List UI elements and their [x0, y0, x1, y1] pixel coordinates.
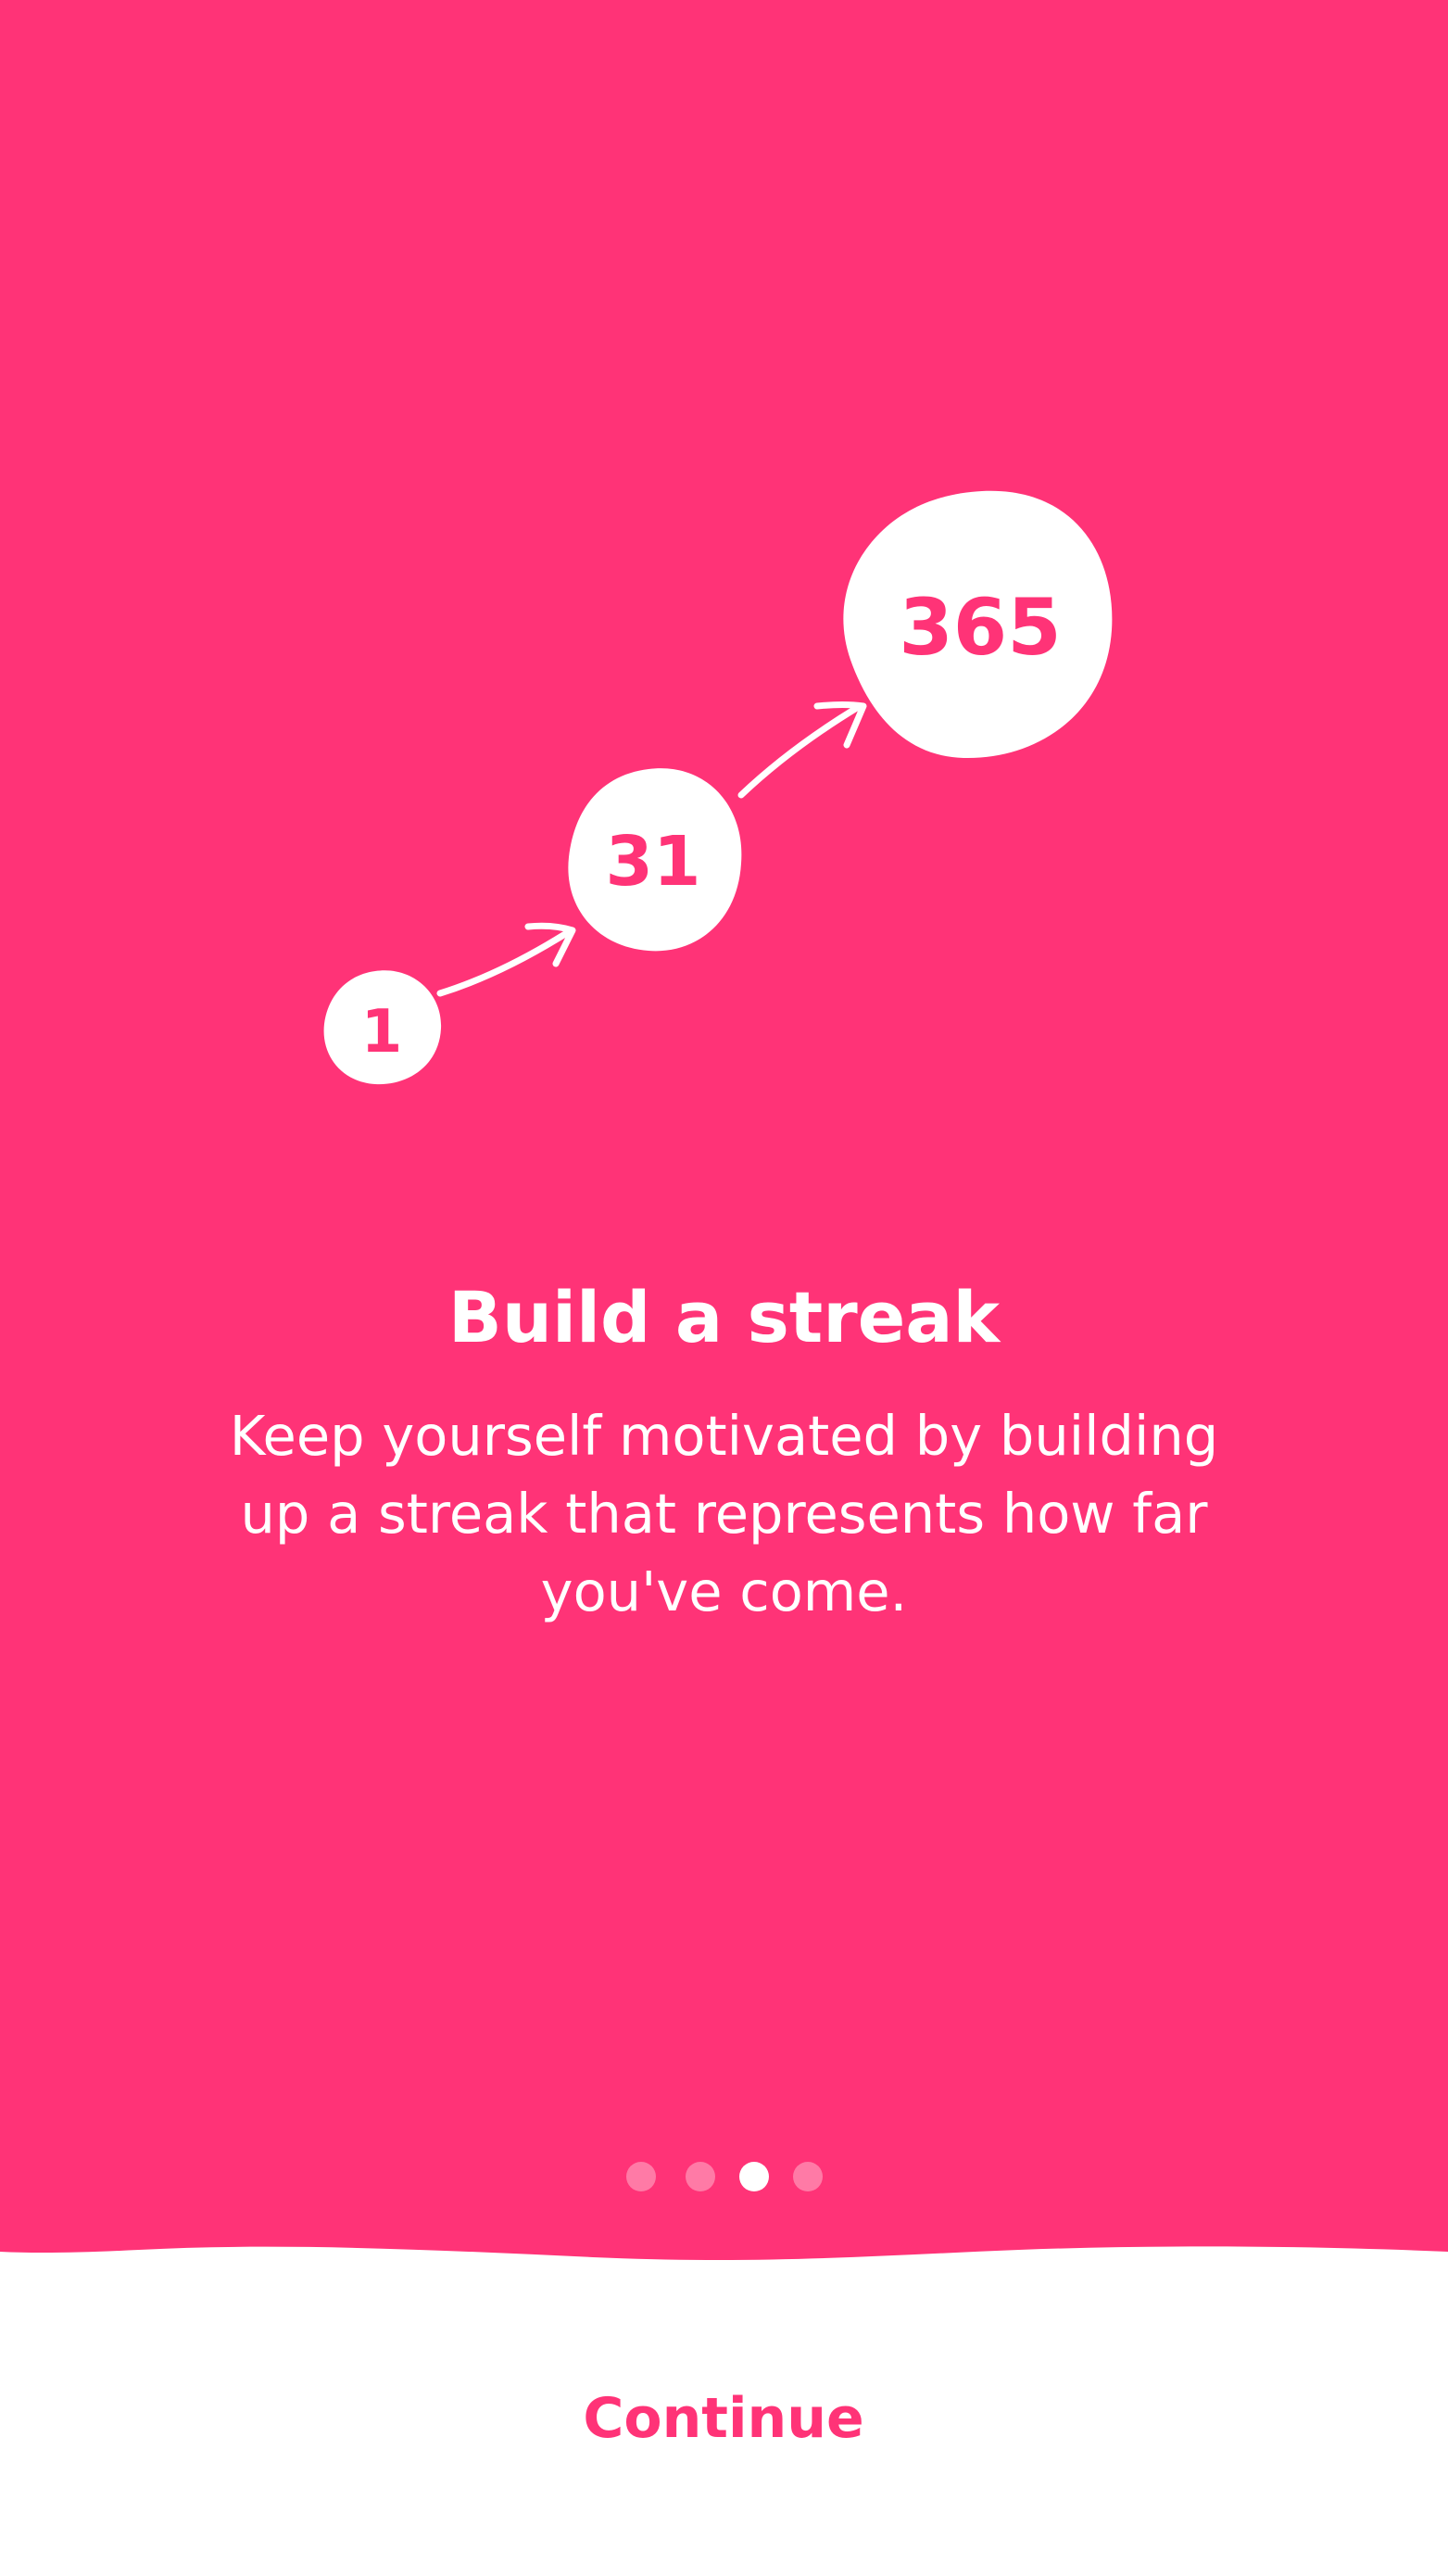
continue-button[interactable]: Continue: [492, 2372, 955, 2465]
page-dot-3-active[interactable]: [739, 2162, 769, 2191]
hand-drawn-arrow-icon: [436, 922, 576, 997]
page-dot-1[interactable]: [626, 2162, 656, 2191]
streak-value-31: 31: [606, 822, 701, 902]
page-dot-4[interactable]: [793, 2162, 823, 2191]
onboarding-description: Keep yourself motivated by building up a…: [229, 1404, 1219, 1623]
page-indicator: [0, 2162, 1448, 2191]
hand-drawn-arrow-icon: [737, 701, 867, 799]
onboarding-title: Build a streak: [447, 1276, 1001, 1358]
streak-illustration: 1 31 365: [323, 490, 1113, 1085]
onboarding-screen: 1 31 365 Build a streak Keep yourself mo…: [0, 0, 1448, 2576]
hero-panel: 1 31 365 Build a streak Keep yourself mo…: [0, 0, 1448, 2270]
streak-value-365: 365: [899, 582, 1061, 673]
streak-bubble-1: 1: [323, 970, 442, 1085]
streak-value-1: 1: [361, 998, 403, 1067]
streak-bubble-365: 365: [843, 490, 1113, 759]
streak-bubble-31: 31: [568, 768, 742, 952]
page-dot-2[interactable]: [686, 2162, 715, 2191]
